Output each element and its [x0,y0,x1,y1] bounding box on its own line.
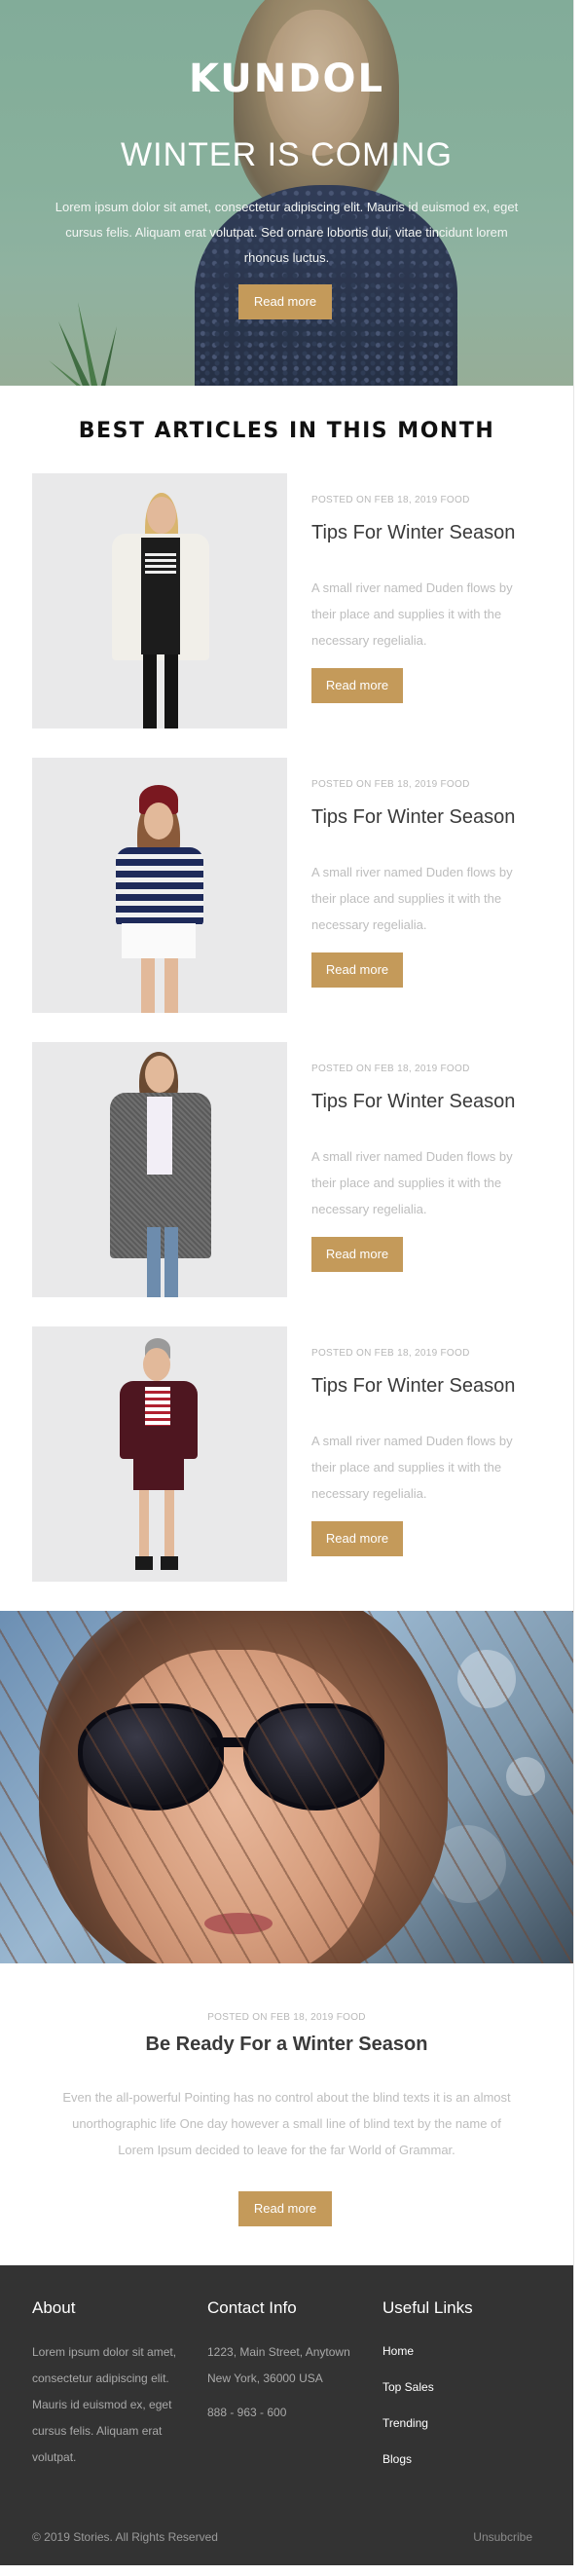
copyright-text: © 2019 Stories. All Rights Reserved [32,2530,218,2544]
article-read-more-button[interactable]: Read more [311,1521,403,1556]
footer-link-top-sales[interactable]: Top Sales [383,2370,548,2406]
article-description: A small river named Duden flows by their… [311,1149,513,1216]
section-heading: BEST ARTICLES IN THIS MONTH [78,419,495,443]
article-description: A small river named Duden flows by their… [311,865,513,932]
article-image[interactable] [32,758,287,1013]
article-title[interactable]: Tips For Winter Season [311,1091,515,1113]
footer-links: Useful Links Home Top Sales Trending Blo… [383,2298,548,2478]
article-image[interactable] [32,1326,287,1582]
article-title[interactable]: Tips For Winter Season [311,806,515,829]
article-meta: POSTED ON FEB 18, 2019 FOOD [311,495,470,505]
brand-logo[interactable]: KUNDOL [0,56,573,101]
article-meta: POSTED ON FEB 18, 2019 FOOD [311,779,470,790]
feature-read-more-button[interactable]: Read more [238,2191,332,2226]
hero-title: WINTER IS COMING [121,136,453,173]
hero-text: Lorem ipsum dolor sit amet, consectetur … [55,200,519,265]
footer-link-trending[interactable]: Trending [383,2406,548,2442]
footer: About Lorem ipsum dolor sit amet, consec… [0,2265,573,2565]
article-read-more-button[interactable]: Read more [311,668,403,703]
footer-links-heading: Useful Links [383,2298,473,2317]
article-image[interactable] [32,1042,287,1297]
footer-about-heading: About [32,2298,76,2317]
footer-about: About Lorem ipsum dolor sit amet, consec… [32,2298,198,2471]
article-item: POSTED ON FEB 18, 2019 FOOD Tips For Win… [0,473,573,758]
footer-contact-heading: Contact Info [207,2298,297,2317]
hero-section: KUNDOL WINTER IS COMING Lorem ipsum dolo… [0,0,573,386]
feature-description: Even the all-powerful Pointing has no co… [62,2090,511,2157]
feature-article: POSTED ON FEB 18, 2019 FOOD Be Ready For… [0,1963,573,2265]
feature-meta: POSTED ON FEB 18, 2019 FOOD [207,2012,366,2023]
email-page: KUNDOL WINTER IS COMING Lorem ipsum dolo… [0,0,574,2565]
hero-read-more-button[interactable]: Read more [238,284,332,319]
article-meta: POSTED ON FEB 18, 2019 FOOD [311,1348,470,1359]
article-item: POSTED ON FEB 18, 2019 FOOD Tips For Win… [0,1042,573,1326]
article-read-more-button[interactable]: Read more [311,952,403,988]
footer-link-home[interactable]: Home [383,2333,548,2370]
article-description: A small river named Duden flows by their… [311,1434,513,1501]
article-read-more-button[interactable]: Read more [311,1237,403,1272]
footer-link-blogs[interactable]: Blogs [383,2442,548,2478]
feature-title[interactable]: Be Ready For a Winter Season [0,2034,573,2056]
article-item: POSTED ON FEB 18, 2019 FOOD Tips For Win… [0,1326,573,1611]
article-item: POSTED ON FEB 18, 2019 FOOD Tips For Win… [0,758,573,1042]
article-title[interactable]: Tips For Winter Season [311,522,515,544]
unsubscribe-link[interactable]: Unsubcribe [473,2530,532,2544]
footer-contact: Contact Info 1223, Main Street, Anytown … [207,2298,373,2426]
footer-about-text: Lorem ipsum dolor sit amet, consectetur … [32,2345,177,2464]
article-description: A small river named Duden flows by their… [311,580,513,648]
article-image[interactable] [32,473,287,728]
footer-contact-address: 1223, Main Street, Anytown New York, 360… [207,2345,350,2385]
article-meta: POSTED ON FEB 18, 2019 FOOD [311,1064,470,1074]
sunglasses-model-image [0,1611,573,1963]
footer-contact-phone: 888 - 963 - 600 [207,2406,287,2419]
article-title[interactable]: Tips For Winter Season [311,1375,515,1398]
